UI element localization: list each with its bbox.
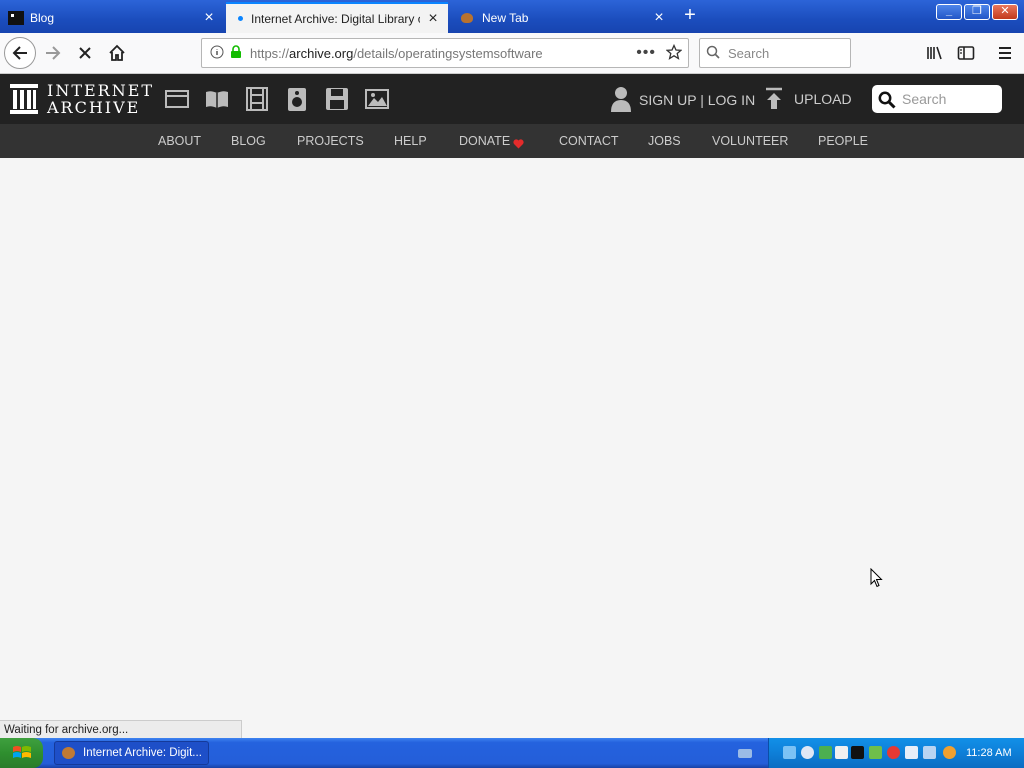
nav-projects[interactable]: PROJECTS <box>297 134 364 148</box>
tray-app-icon[interactable] <box>851 746 864 759</box>
windows-logo-icon <box>12 746 31 758</box>
hamburger-menu-icon <box>999 47 1011 59</box>
tray-app-icon[interactable] <box>819 746 832 759</box>
minimize-button[interactable]: _ <box>936 4 962 20</box>
url-bar[interactable]: https://archive.org/details/operatingsys… <box>201 38 689 68</box>
forward-arrow-icon <box>46 46 61 60</box>
sidebar-icon <box>957 46 975 60</box>
taskbar-clock[interactable]: 11:28 AM <box>966 747 1012 759</box>
nav-help[interactable]: HELP <box>394 134 427 148</box>
ia-logo-icon[interactable] <box>10 84 38 119</box>
texts-icon[interactable] <box>204 87 230 111</box>
windows-taskbar: Internet Archive: Digit... 11:28 AM <box>0 738 1024 768</box>
back-arrow-icon <box>12 46 27 60</box>
tray-app-icon[interactable] <box>869 746 882 759</box>
close-tab-icon[interactable]: × <box>426 10 440 26</box>
navigation-toolbar: https://archive.org/details/operatingsys… <box>0 33 1024 74</box>
url-host: archive.org <box>289 45 354 61</box>
taskbar-firefox-window[interactable]: Internet Archive: Digit... <box>54 741 209 765</box>
tab-internet-archive[interactable]: Internet Archive: Digital Library of × <box>226 2 448 33</box>
lock-icon <box>230 44 242 62</box>
tab-label: Blog <box>30 10 55 25</box>
nav-jobs[interactable]: JOBS <box>648 134 681 148</box>
sidebar-button[interactable] <box>951 38 981 68</box>
heart-icon[interactable] <box>513 136 524 154</box>
nav-blog[interactable]: BLOG <box>231 134 266 148</box>
tray-app-icon[interactable] <box>905 746 918 759</box>
ia-search-placeholder: Search <box>902 91 947 107</box>
tray-app-icon[interactable] <box>783 746 796 759</box>
status-bar: Waiting for archive.org... <box>0 720 242 738</box>
nav-donate[interactable]: DONATE <box>459 134 510 148</box>
search-icon <box>878 91 896 112</box>
url-text[interactable]: https://archive.org/details/operatingsys… <box>250 46 636 61</box>
restore-button[interactable]: ❐ <box>964 4 990 20</box>
info-icon[interactable] <box>210 45 224 62</box>
ia-search-input[interactable]: Search <box>872 85 1002 113</box>
home-button[interactable] <box>102 38 132 68</box>
web-icon[interactable] <box>164 87 190 111</box>
tray-app-icon[interactable] <box>835 746 848 759</box>
search-icon <box>706 45 720 62</box>
keyboard-icon[interactable] <box>738 749 752 758</box>
close-window-button[interactable]: ✕ <box>992 4 1018 20</box>
bookmark-star-icon[interactable] <box>665 43 683 63</box>
user-icon[interactable] <box>610 86 632 117</box>
nav-people[interactable]: PEOPLE <box>818 134 868 148</box>
menu-button[interactable] <box>990 38 1020 68</box>
logo-line-2: ARCHIVE <box>47 98 141 117</box>
audio-icon[interactable] <box>284 87 310 111</box>
browser-search-placeholder: Search <box>728 45 770 61</box>
ia-logo-text[interactable]: INTERNET ARCHIVE <box>47 82 154 116</box>
forward-button[interactable] <box>38 38 68 68</box>
nav-contact[interactable]: CONTACT <box>559 134 619 148</box>
stop-icon <box>79 47 91 59</box>
blog-favicon-icon <box>8 10 24 25</box>
firefox-favicon-icon <box>460 11 476 25</box>
close-tab-icon[interactable]: × <box>652 9 666 25</box>
page-content <box>0 158 1024 720</box>
tab-label: New Tab <box>482 10 529 25</box>
video-icon[interactable] <box>244 87 270 111</box>
tab-label: Internet Archive: Digital Library of <box>251 11 420 26</box>
home-icon <box>109 44 125 61</box>
nav-about[interactable]: ABOUT <box>158 134 201 148</box>
back-button[interactable] <box>4 37 36 69</box>
mouse-cursor-icon <box>870 567 883 593</box>
browser-search-input[interactable]: Search <box>699 38 851 68</box>
close-tab-icon[interactable]: × <box>202 9 216 25</box>
ia-top-bar: INTERNET ARCHIVE SIGN UP | LOG IN UPLOAD… <box>0 74 1024 124</box>
logo-line-1: INTERNET <box>47 81 155 100</box>
tab-blog[interactable]: Blog × <box>0 2 224 33</box>
tab-strip: Blog × Internet Archive: Digital Library… <box>0 0 1024 33</box>
new-tab-button[interactable]: + <box>680 5 700 26</box>
library-button[interactable] <box>920 38 950 68</box>
software-icon[interactable] <box>324 87 350 111</box>
firefox-icon <box>61 746 77 760</box>
nav-volunteer[interactable]: VOLUNTEER <box>712 134 788 148</box>
tab-new-tab[interactable]: New Tab × <box>452 2 674 33</box>
stop-button[interactable] <box>70 38 100 68</box>
tray-app-icon[interactable] <box>923 746 936 759</box>
ia-secondary-nav: ABOUT BLOG PROJECTS HELP DONATE CONTACT … <box>0 124 1024 158</box>
taskbar-item-label: Internet Archive: Digit... <box>83 747 202 759</box>
library-icon <box>927 46 942 60</box>
tray-app-icon[interactable] <box>943 746 956 759</box>
signup-login-link[interactable]: SIGN UP | LOG IN <box>639 92 755 108</box>
start-button[interactable] <box>0 738 43 768</box>
tray-app-icon[interactable] <box>887 746 900 759</box>
upload-link[interactable]: UPLOAD <box>794 91 852 107</box>
tray-app-icon[interactable] <box>801 746 814 759</box>
upload-icon[interactable] <box>764 87 784 116</box>
url-scheme: https:// <box>250 45 290 61</box>
page-actions-icon[interactable]: ••• <box>636 44 656 62</box>
loading-dot-icon <box>238 16 243 21</box>
images-icon[interactable] <box>364 87 390 111</box>
url-path: /details/operatingsystemsoftware <box>353 45 543 61</box>
